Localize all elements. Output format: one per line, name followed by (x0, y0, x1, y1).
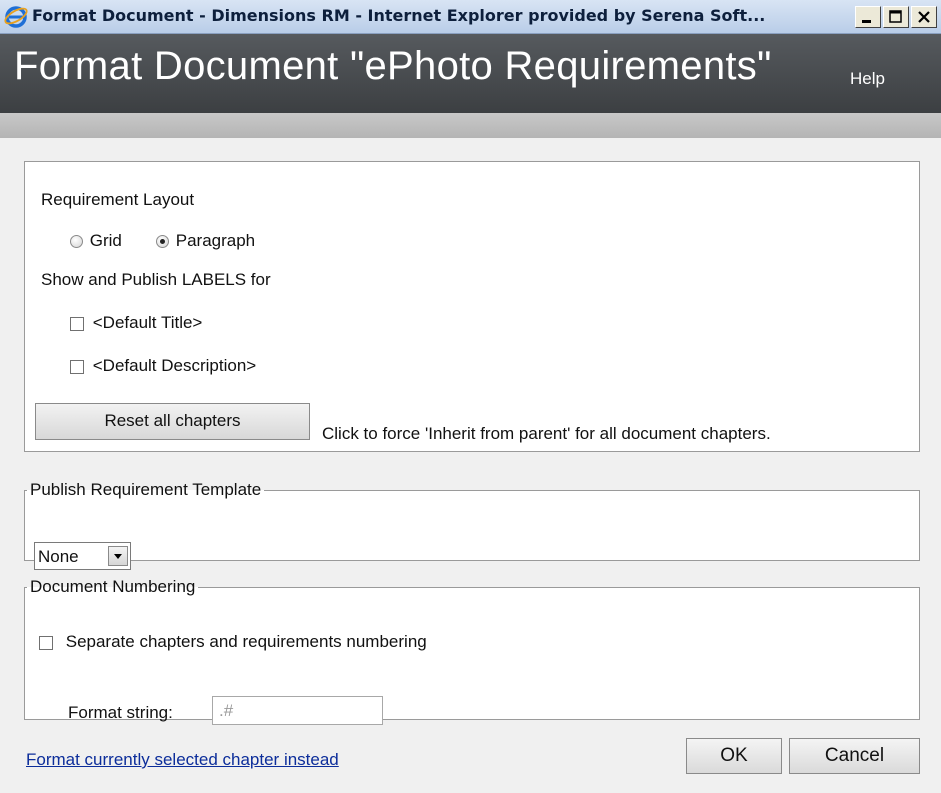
format-string-input[interactable] (212, 696, 383, 725)
radio-grid[interactable]: Grid (70, 231, 122, 251)
window-titlebar[interactable]: Format Document - Dimensions RM - Intern… (0, 0, 941, 34)
radio-grid-label: Grid (89, 231, 122, 250)
checkbox-default-description-box[interactable] (70, 359, 84, 374)
chevron-down-icon (114, 554, 122, 559)
checkbox-default-description-label: <Default Description> (92, 356, 257, 375)
requirement-layout-label: Requirement Layout (41, 190, 195, 209)
template-select[interactable]: None (34, 542, 131, 570)
maximize-button[interactable] (883, 6, 909, 28)
format-string-label: Format string: (68, 703, 173, 722)
checkbox-default-description[interactable]: <Default Description> (70, 356, 256, 376)
template-select-value: None (38, 547, 79, 566)
radio-paragraph[interactable]: Paragraph (156, 231, 255, 251)
layout-panel: Requirement Layout Grid Paragraph Show a… (24, 161, 920, 452)
separate-numbering-box[interactable] (39, 635, 53, 650)
radio-paragraph-button[interactable] (156, 235, 169, 249)
radio-grid-button[interactable] (70, 235, 83, 249)
close-button[interactable] (911, 6, 937, 28)
format-selected-chapter-link[interactable]: Format currently selected chapter instea… (26, 750, 339, 770)
header-subbar (0, 113, 941, 138)
checkbox-default-title-box[interactable] (70, 316, 84, 331)
radio-paragraph-label: Paragraph (175, 231, 256, 250)
document-numbering-group: Document Numbering Separate chapters and… (24, 577, 920, 725)
dropdown-arrow-icon[interactable] (108, 546, 128, 566)
publish-template-group: Publish Requirement Template None (24, 480, 920, 570)
labels-heading: Show and Publish LABELS for (41, 270, 271, 289)
publish-template-legend: Publish Requirement Template (30, 480, 262, 499)
page-header: Format Document "ePhoto Requirements" He… (0, 34, 941, 113)
minimize-icon (862, 20, 871, 23)
minimize-button[interactable] (855, 6, 881, 28)
page-title: Format Document "ePhoto Requirements" (14, 44, 772, 88)
checkbox-default-title-label: <Default Title> (92, 313, 203, 332)
checkbox-default-title[interactable]: <Default Title> (70, 313, 202, 333)
separate-numbering-label: Separate chapters and requirements numbe… (65, 632, 427, 651)
reset-all-chapters-button[interactable]: Reset all chapters (35, 403, 310, 440)
maximize-icon (889, 10, 902, 23)
reset-hint-text: Click to force 'Inherit from parent' for… (322, 424, 771, 443)
internet-explorer-icon (4, 6, 28, 28)
close-icon (918, 11, 930, 23)
separate-numbering-checkbox[interactable]: Separate chapters and requirements numbe… (39, 632, 427, 652)
ok-button[interactable]: OK (686, 738, 782, 774)
help-link[interactable]: Help (850, 69, 885, 89)
window-title: Format Document - Dimensions RM - Intern… (32, 6, 766, 25)
cancel-button[interactable]: Cancel (789, 738, 920, 774)
document-numbering-legend: Document Numbering (30, 577, 196, 596)
